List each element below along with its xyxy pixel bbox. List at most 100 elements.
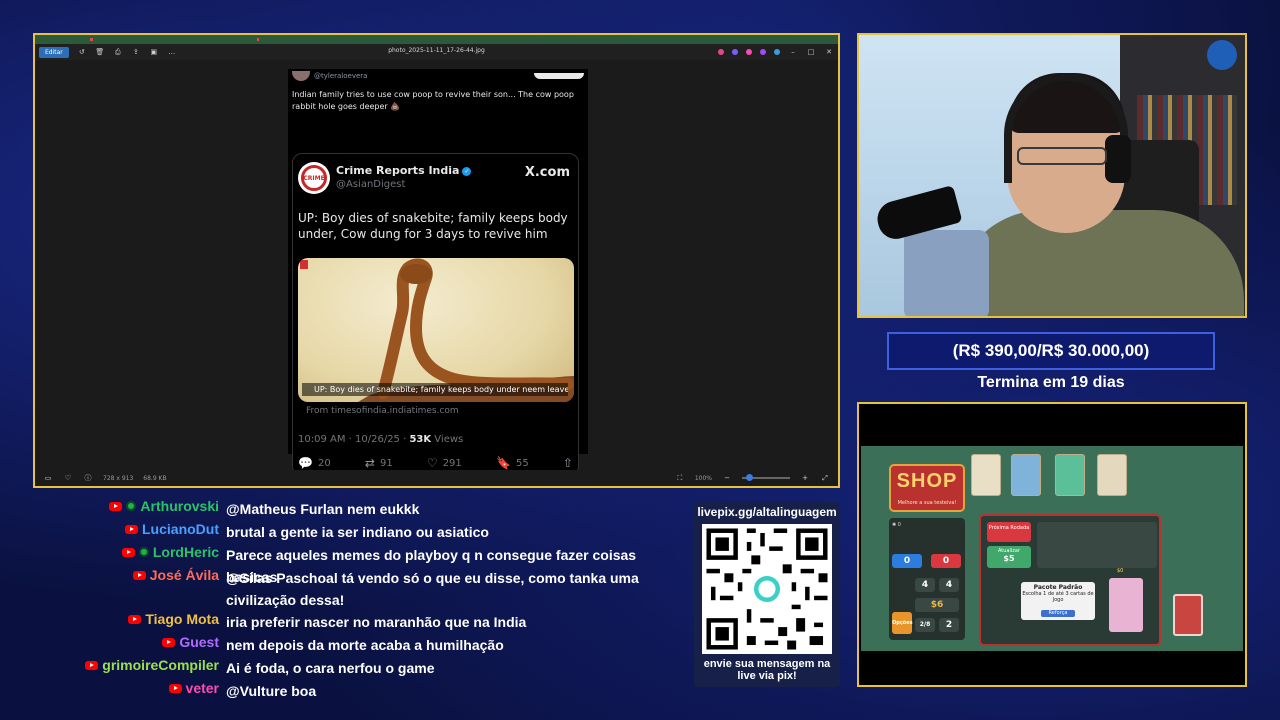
views-label: Views — [431, 434, 464, 445]
zoom-out-icon[interactable]: − — [722, 474, 732, 482]
bookmark-count: 55 — [515, 457, 529, 469]
booster-pack[interactable] — [1109, 578, 1143, 632]
chat-author: Tiago Mota — [145, 611, 219, 627]
repost-count: 91 — [379, 457, 393, 469]
booster-pack-tooltip: Pacote Padrão Escolha 1 de até 3 cartas … — [1021, 582, 1095, 620]
hands-count: 4 — [915, 578, 935, 592]
joker-card — [1055, 454, 1085, 496]
mult-value: 0 — [931, 554, 961, 568]
filmstrip-icon[interactable]: ▭ — [43, 474, 53, 482]
delete-icon[interactable]: 🗑 — [95, 48, 105, 56]
quoted-tweet-text: UP: Boy dies of snakebite; family keeps … — [298, 211, 568, 241]
round-value: 2 — [939, 618, 959, 632]
slideshow-icon[interactable]: ▣ — [149, 48, 159, 56]
chat-message: Tiago Mota iria preferir nascer no maran… — [0, 611, 681, 633]
image-filesize: 68.9 KB — [143, 474, 167, 482]
chat-author: veter — [185, 680, 219, 696]
cloud-icon[interactable] — [774, 49, 780, 55]
tweet-header: @tyleraloevera — [288, 69, 588, 83]
maximize-icon[interactable]: □ — [806, 48, 816, 56]
chat-text: @Silas Paschoal tá vendo só o que eu dis… — [226, 570, 639, 608]
zoom-level[interactable]: 100% — [695, 475, 712, 482]
share-icon[interactable]: ⇪ — [131, 48, 141, 56]
pack-description: Escolha 1 de até 3 cartas de Jogo — [1022, 591, 1094, 603]
tweet-screenshot: @tyleraloevera Indian family tries to us… — [288, 69, 588, 476]
print-icon[interactable]: ⎙ — [113, 48, 123, 57]
verified-icon: ✓ — [462, 167, 472, 176]
cobra-illustration — [358, 258, 574, 402]
options-button[interactable]: Opções — [892, 612, 913, 634]
favorite-icon[interactable]: ♡ — [63, 474, 73, 482]
fit-icon[interactable]: ⛶ — [675, 474, 685, 483]
streamer-body — [954, 210, 1244, 316]
youtube-icon — [168, 683, 182, 693]
game-capture: SHOP Melhore a sua testeiva! ✺ 0 0 0 4 4… — [857, 402, 1247, 687]
youtube-icon — [132, 570, 146, 580]
chat-message: José Ávila @Silas Paschoal tá vendo só o… — [0, 567, 681, 611]
deck[interactable] — [1173, 594, 1203, 636]
edit-button[interactable]: Editar — [39, 46, 69, 58]
app-icon-2[interactable] — [732, 49, 738, 55]
minimize-icon[interactable]: – — [788, 48, 798, 56]
tweet-text: Indian family tries to use cow poop to r… — [292, 90, 574, 111]
viewer-toolbar: Editar ↺ 🗑 ⎙ ⇪ ▣ … photo_2025-11-11_17-2… — [35, 44, 838, 60]
chat-message: veter @Vulture boa — [0, 680, 681, 702]
reroll-price: $5 — [1003, 554, 1015, 563]
avatar — [292, 71, 310, 81]
shop-sign: SHOP Melhore a sua testeiva! — [889, 464, 965, 512]
chat-text: iria preferir nascer no maranhão que na … — [226, 614, 527, 630]
close-icon[interactable]: ✕ — [824, 48, 834, 56]
reply-action: 💬 20 — [298, 456, 331, 470]
youtube-icon — [85, 660, 99, 670]
info-icon[interactable]: ⓘ — [83, 473, 93, 483]
pack-button: Reforça — [1041, 610, 1075, 617]
webcam-feed — [857, 33, 1247, 318]
chat-text: brutal a gente ia ser indiano ou asiatic… — [226, 524, 489, 540]
zoom-slider[interactable] — [742, 474, 790, 481]
chat-text: Ai é foda, o cara nerfou o game — [226, 660, 435, 676]
chat-author: Guest — [179, 634, 219, 650]
like-count: 291 — [442, 457, 462, 469]
x-logo: X.com — [524, 165, 570, 180]
discards-count: 4 — [939, 578, 959, 592]
joker-card — [1011, 454, 1041, 496]
crime-reports-avatar: CRIME — [298, 162, 330, 194]
chat-text: @Matheus Furlan nem eukkk — [226, 501, 420, 517]
toi-logo — [300, 260, 308, 269]
card-shop-slot — [1037, 522, 1157, 568]
app-icon-4[interactable] — [760, 49, 766, 55]
pack-price: $0 — [1117, 568, 1124, 574]
tweet-handle: @tyleraloevera — [314, 72, 368, 80]
joker-card — [971, 454, 1001, 496]
chat-text: @Vulture boa — [226, 683, 317, 699]
photo-viewer-window: Editar ↺ 🗑 ⎙ ⇪ ▣ … photo_2025-11-11_17-2… — [33, 33, 840, 488]
account-username: @AsianDigest — [336, 179, 406, 190]
pix-donation-box: livepix.gg/altalinguagem envie sua mensa… — [694, 502, 840, 687]
reroll-button[interactable]: Atualizar $5 — [987, 546, 1031, 568]
chips-value: 0 — [892, 554, 922, 568]
globe — [1207, 40, 1237, 70]
ante-value: 2/8 — [915, 618, 935, 632]
chat-message: LucianoDut brutal a gente ia ser indiano… — [0, 521, 681, 543]
quoted-tweet: CRIME Crime Reports India ✓ @AsianDigest … — [292, 153, 579, 476]
zoom-slider-knob[interactable] — [746, 474, 753, 481]
next-round-button[interactable]: Próxima Rodada — [987, 522, 1031, 542]
more-icon[interactable]: … — [167, 48, 177, 56]
bookmark-icon: 🔖 — [496, 456, 511, 470]
youtube-icon — [121, 547, 135, 557]
youtube-icon — [125, 524, 138, 534]
chat-message: Guest nem depois da morte acaba a humilh… — [0, 634, 681, 656]
fullscreen-icon[interactable]: ⤢ — [820, 474, 830, 483]
follow-button — [534, 73, 584, 79]
round-score-value: 0 — [897, 522, 901, 528]
rotate-icon[interactable]: ↺ — [77, 48, 87, 56]
zoom-in-icon[interactable]: + — [800, 474, 810, 482]
tweet-timestamp: 10:09 AM · 10/26/25 · — [298, 434, 410, 445]
app-icon-3[interactable] — [746, 49, 752, 55]
share-action: ⇧ — [563, 456, 573, 470]
run-info-panel: ✺ 0 0 0 4 4 $6 2/8 2 Opções — [889, 518, 965, 640]
capture-progress-bar — [35, 35, 838, 44]
app-icon-1[interactable] — [718, 49, 724, 55]
towel — [904, 230, 989, 316]
pack-title: Pacote Padrão — [1033, 584, 1083, 591]
